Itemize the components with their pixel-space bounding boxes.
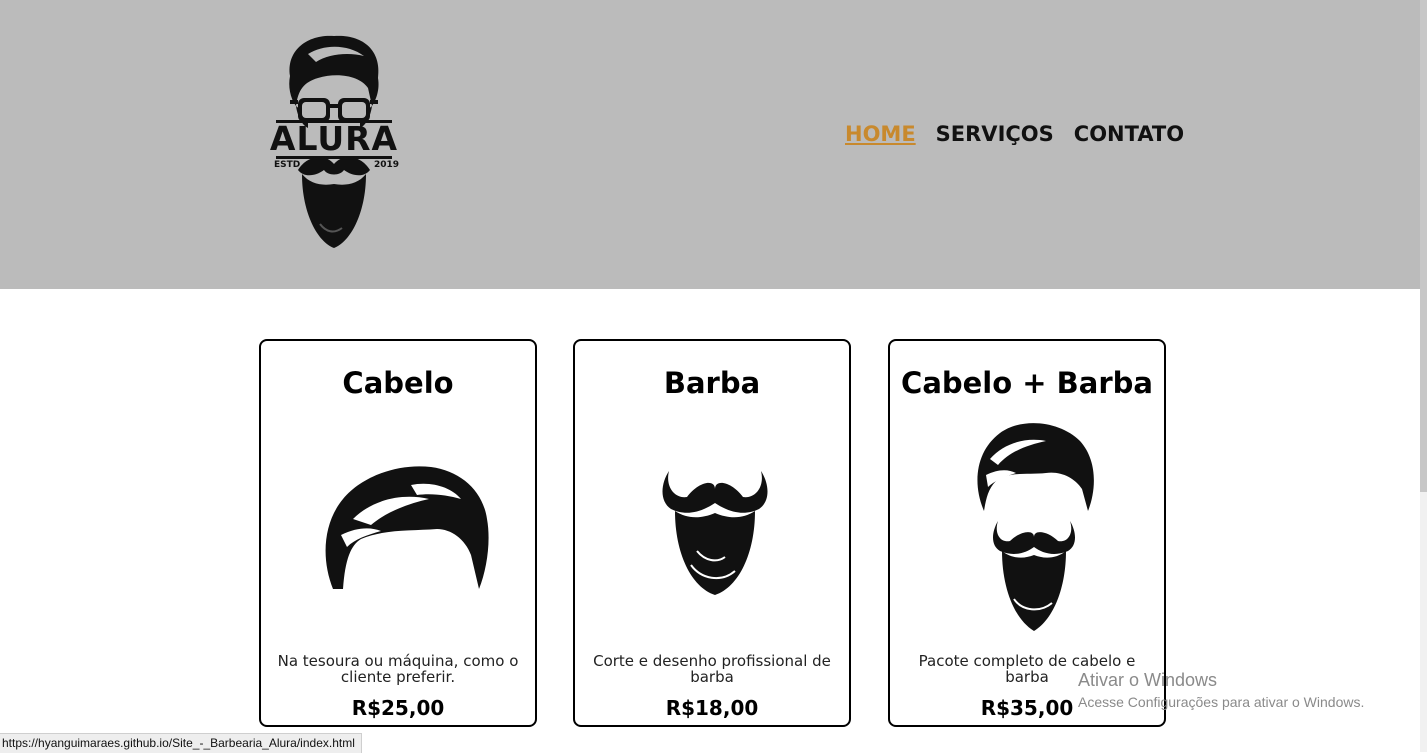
nav-link-servicos[interactable]: SERVIÇOS [936,122,1054,146]
card-title: Cabelo [342,366,454,400]
card-price: R$25,00 [351,696,445,720]
alura-logo[interactable]: ALURA ESTD 2019 [268,28,400,252]
windows-activation-title: Ativar o Windows [1078,670,1218,690]
service-card-cabelo: Cabelo Na tesoura ou máquina, como o cli… [259,339,537,727]
service-card-barba: Barba Corte e desenho profissional de ba… [573,339,851,727]
logo-estd-text: ESTD [274,160,301,170]
logo-year-text: 2019 [374,160,400,170]
nav-link-contato[interactable]: CONTATO [1074,122,1184,146]
card-description: Na tesoura ou máquina, como o cliente pr… [277,652,519,686]
nav-link-home[interactable]: HOME [845,122,916,146]
card-title: Cabelo + Barba [901,366,1153,400]
card-price: R$18,00 [665,696,759,720]
card-description: Corte e desenho profissional de barba [593,652,831,686]
site-header: ALURA ESTD 2019 HOME SERVIÇOS CONTATO [0,0,1420,289]
service-card-cabelo-barba: Cabelo + Barba Pacote completo de cabelo… [888,339,1166,727]
hair-and-beard-icon [977,423,1094,631]
browser-status-url: https://hyanguimaraes.github.io/Site_-_B… [0,733,362,753]
scrollbar-thumb[interactable] [1420,0,1427,492]
main-nav: HOME SERVIÇOS CONTATO [845,122,1184,146]
windows-activation-subtitle: Acesse Configurações para ativar o Windo… [1078,694,1365,710]
hair-icon [325,466,489,589]
page-scrollbar[interactable] [1420,0,1427,752]
logo-brand-text: ALURA [269,119,399,158]
card-title: Barba [663,366,761,400]
beard-icon [662,471,768,595]
